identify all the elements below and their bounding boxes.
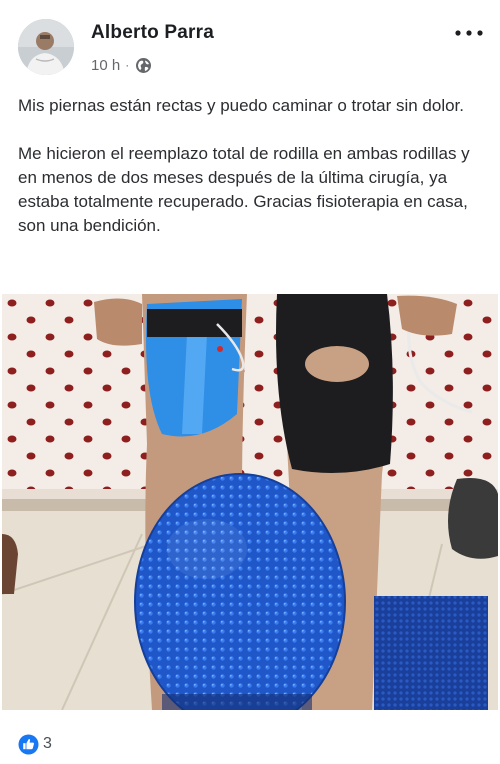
reactions-summary[interactable]: 3 (18, 732, 52, 756)
avatar[interactable] (18, 19, 74, 75)
post-text: Mis piernas están rectas y puedo caminar… (18, 94, 488, 238)
post-paragraph: Mis piernas están rectas y puedo caminar… (18, 96, 464, 115)
author-name[interactable]: Alberto Parra (91, 22, 214, 44)
more-options-button[interactable] (452, 22, 486, 44)
globe-icon (135, 57, 152, 74)
post-meta: 10 h · (91, 55, 152, 75)
photo-image (2, 294, 498, 710)
more-options-icon (455, 30, 483, 36)
post-photo[interactable] (2, 294, 498, 710)
avatar-image (18, 19, 74, 75)
meta-separator: · (125, 58, 130, 72)
post-header: Alberto Parra 10 h · (0, 0, 500, 90)
reaction-count: 3 (43, 735, 52, 752)
post-card: Alberto Parra 10 h · Mis piernas están r (0, 0, 500, 764)
post-paragraph: Me hicieron el reemplazo total de rodill… (18, 144, 470, 235)
post-timestamp[interactable]: 10 h (91, 57, 120, 74)
like-icon (18, 734, 39, 755)
